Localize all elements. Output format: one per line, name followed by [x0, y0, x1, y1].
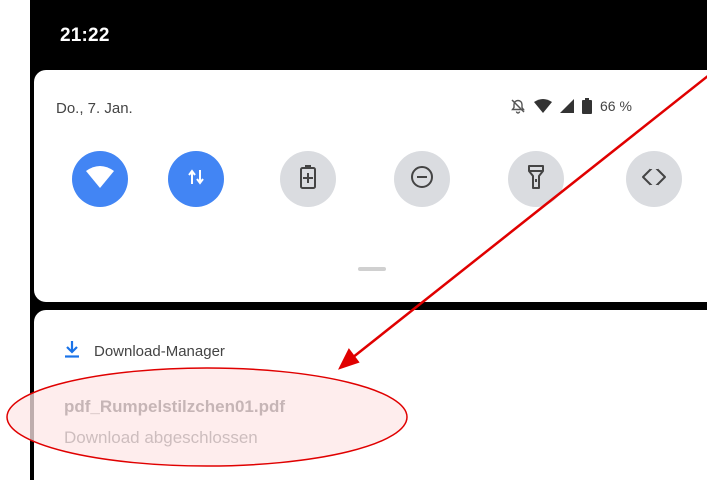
auto-rotate-tile[interactable] [626, 151, 682, 207]
phone-screen: 21:22 Do., 7. Jan. 66 % Download-Manager… [30, 0, 707, 480]
download-notification[interactable]: Download-Manager pdf_Rumpelstilzchen01.p… [34, 310, 707, 480]
notification-app-name: Download-Manager [94, 342, 225, 360]
battery-saver-icon [300, 164, 316, 194]
cell-signal-icon [560, 99, 574, 113]
panel-drag-handle[interactable] [358, 267, 386, 271]
auto-rotate-icon [640, 162, 668, 196]
quick-settings-panel: Do., 7. Jan. 66 % [34, 70, 707, 302]
download-icon [64, 340, 80, 362]
wifi-tile[interactable] [72, 151, 128, 207]
wifi-icon [85, 165, 115, 194]
do-not-disturb-tile[interactable] [394, 151, 450, 207]
status-icons: 66 % [510, 98, 632, 114]
battery-saver-tile[interactable] [280, 151, 336, 207]
notification-header: Download-Manager [64, 340, 225, 362]
flashlight-icon [527, 164, 545, 195]
notification-text: Download abgeschlossen [64, 428, 258, 447]
battery-percent: 66 % [600, 98, 632, 114]
wifi-signal-icon [534, 99, 552, 113]
status-bar-time: 21:22 [60, 25, 110, 46]
do-not-disturb-icon [409, 164, 435, 195]
alarm-off-icon [510, 98, 526, 114]
notification-title: pdf_Rumpelstilzchen01.pdf [64, 397, 286, 416]
battery-icon [582, 98, 592, 114]
quick-settings-date[interactable]: Do., 7. Jan. [56, 100, 133, 117]
mobile-data-tile[interactable] [168, 151, 224, 207]
flashlight-tile[interactable] [508, 151, 564, 207]
mobile-data-icon [185, 166, 207, 193]
